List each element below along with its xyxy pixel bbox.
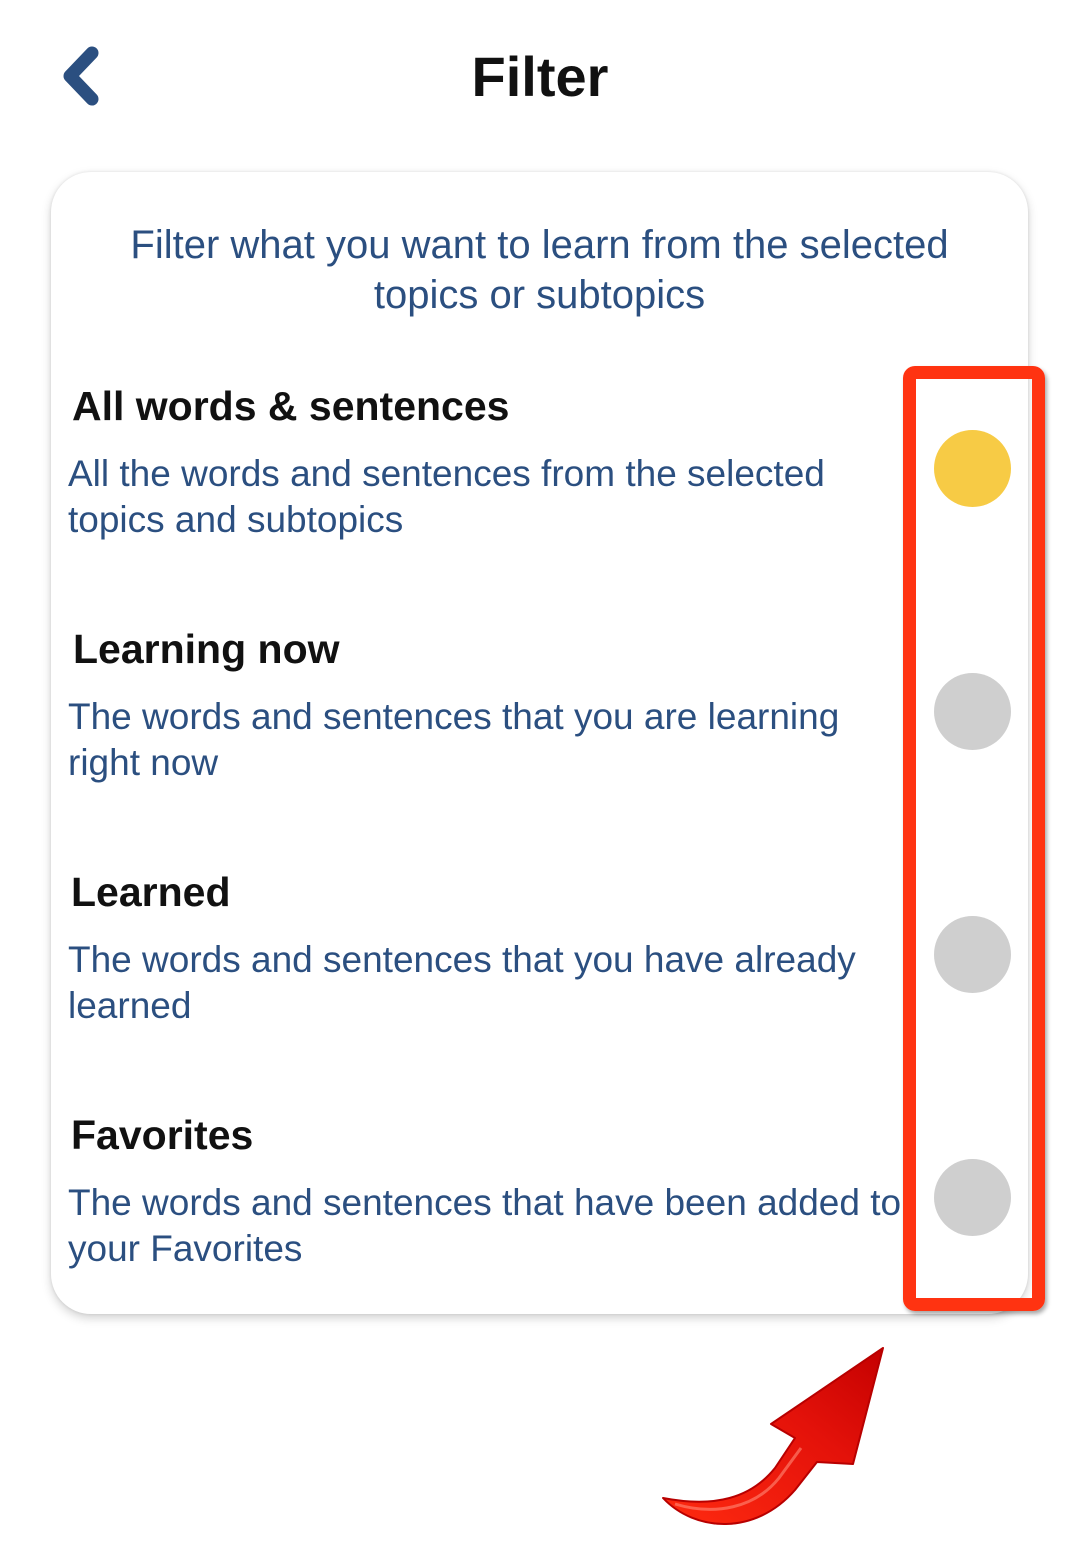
option-description: The words and sentences that you have al… [68,939,856,1026]
radio-learning-now[interactable] [934,673,1011,750]
option-title: Favorites [71,1112,254,1158]
option-title: All words & sentences [72,383,510,429]
option-title: Learning now [73,626,340,672]
filter-intro-text: Filter what you want to learn from the s… [130,223,949,317]
annotation-arrow-icon [662,1347,884,1525]
filter-option-favorites[interactable]: Favorites The words and sentences that h… [51,1110,1028,1353]
option-title: Learned [71,869,231,915]
radio-favorites[interactable] [934,1159,1011,1236]
option-description: The words and sentences that you are lea… [68,696,840,783]
page-title: Filter [471,45,609,108]
radio-all-selected[interactable] [934,430,1011,507]
filter-screen: Filter Filter what you want to learn fro… [0,0,1080,1560]
radio-learned[interactable] [934,916,1011,993]
option-description: The words and sentences that have been a… [68,1182,902,1269]
filter-option-learned[interactable]: Learned The words and sentences that you… [51,867,1028,1110]
filter-option-all[interactable]: All words & sentences All the words and … [51,381,1028,624]
filter-card: Filter what you want to learn from the s… [51,172,1028,1314]
option-description: All the words and sentences from the sel… [68,453,825,540]
filter-option-learning-now[interactable]: Learning now The words and sentences tha… [51,624,1028,867]
